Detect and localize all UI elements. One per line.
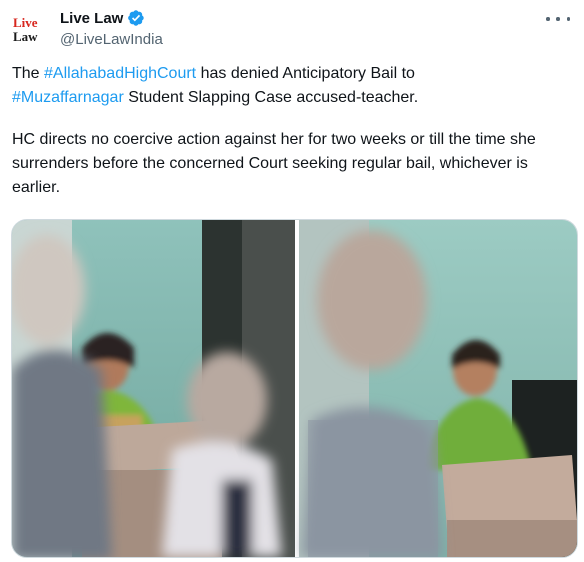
verified-badge-icon [128,10,145,26]
display-name[interactable]: Live Law [60,10,123,27]
classroom-photo [12,220,577,557]
more-horizontal-icon[interactable] [546,12,570,26]
handle[interactable]: @LiveLawIndia [60,31,163,48]
tweet-card[interactable]: Live Law Live Law @LiveLawIndia The #All… [0,0,584,562]
tweet-media-photo[interactable] [11,219,578,558]
hashtag-link[interactable]: #AllahabadHighCourt [44,65,196,82]
tweet-paragraph-2: HC directs no coercive action against he… [12,131,536,196]
svg-text:Live: Live [13,15,38,30]
photo-panel-right [299,220,577,557]
svg-text:Law: Law [13,29,38,44]
tweet-paragraph-1: The #AllahabadHighCourt has denied Antic… [12,65,419,106]
livelaw-logo: Live Law [10,10,50,50]
tweet-text: The #AllahabadHighCourt has denied Antic… [12,62,572,200]
author-names: Live Law @LiveLawIndia [60,8,163,49]
hashtag-link[interactable]: #Muzaffarnagar [12,89,124,106]
avatar[interactable]: Live Law [10,10,50,50]
photo-panel-left [12,220,295,557]
